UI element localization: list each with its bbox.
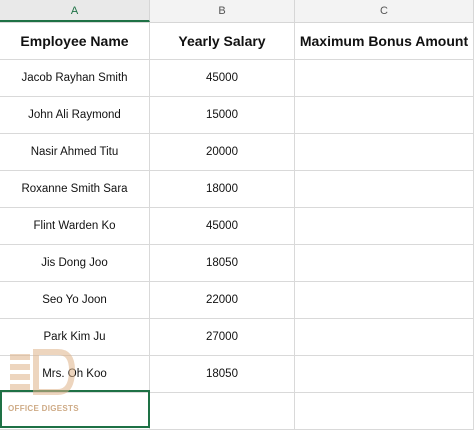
table-row: Seo Yo Joon 22000 [0,282,474,319]
name-cell[interactable]: Seo Yo Joon [0,282,150,319]
salary-cell[interactable]: 18000 [150,171,295,208]
table-row: Flint Warden Ko 45000 [0,208,474,245]
bonus-cell[interactable] [295,282,474,319]
table-row: Mrs. Oh Koo 18050 [0,356,474,393]
salary-cell[interactable]: 18050 [150,245,295,282]
name-cell[interactable]: Roxanne Smith Sara [0,171,150,208]
column-header-a[interactable]: A [0,0,150,22]
table-row: Jis Dong Joo 18050 [0,245,474,282]
header-cell-yearly-salary[interactable]: Yearly Salary [150,23,295,60]
bonus-cell[interactable] [295,319,474,356]
salary-cell[interactable]: 45000 [150,208,295,245]
table-row: Park Kim Ju 27000 [0,319,474,356]
column-header-b[interactable]: B [150,0,295,22]
bonus-cell[interactable] [295,134,474,171]
salary-cell[interactable]: 45000 [150,60,295,97]
spreadsheet: A B C Employee Name Yearly Salary Maximu… [0,0,474,430]
column-header-c[interactable]: C [295,0,474,22]
salary-cell[interactable]: 20000 [150,134,295,171]
bonus-cell[interactable] [295,356,474,393]
salary-cell[interactable]: 27000 [150,319,295,356]
name-cell[interactable]: John Ali Raymond [0,97,150,134]
bonus-cell[interactable] [295,60,474,97]
name-cell[interactable]: Jacob Rayhan Smith [0,60,150,97]
bonus-cell[interactable] [295,208,474,245]
salary-cell[interactable]: 15000 [150,97,295,134]
name-cell[interactable]: Park Kim Ju [0,319,150,356]
column-header-bar: A B C [0,0,474,23]
name-cell[interactable]: Nasir Ahmed Titu [0,134,150,171]
bonus-cell[interactable] [295,171,474,208]
name-cell[interactable]: Flint Warden Ko [0,208,150,245]
name-cell[interactable]: Jis Dong Joo [0,245,150,282]
header-cell-maximum-bonus[interactable]: Maximum Bonus Amount [295,23,474,60]
header-cell-employee-name[interactable]: Employee Name [0,23,150,60]
table-row: John Ali Raymond 15000 [0,97,474,134]
bonus-cell[interactable] [295,245,474,282]
salary-cell[interactable]: 22000 [150,282,295,319]
empty-cell[interactable] [150,393,295,430]
empty-cell[interactable] [295,393,474,430]
table-row: Jacob Rayhan Smith 45000 [0,60,474,97]
header-row: Employee Name Yearly Salary Maximum Bonu… [0,23,474,60]
name-cell[interactable]: Mrs. Oh Koo [0,356,150,393]
salary-cell[interactable]: 18050 [150,356,295,393]
watermark-text: OFFICE DIGESTS [8,404,79,413]
table-row: Nasir Ahmed Titu 20000 [0,134,474,171]
bonus-cell[interactable] [295,97,474,134]
table-row: Roxanne Smith Sara 18000 [0,171,474,208]
